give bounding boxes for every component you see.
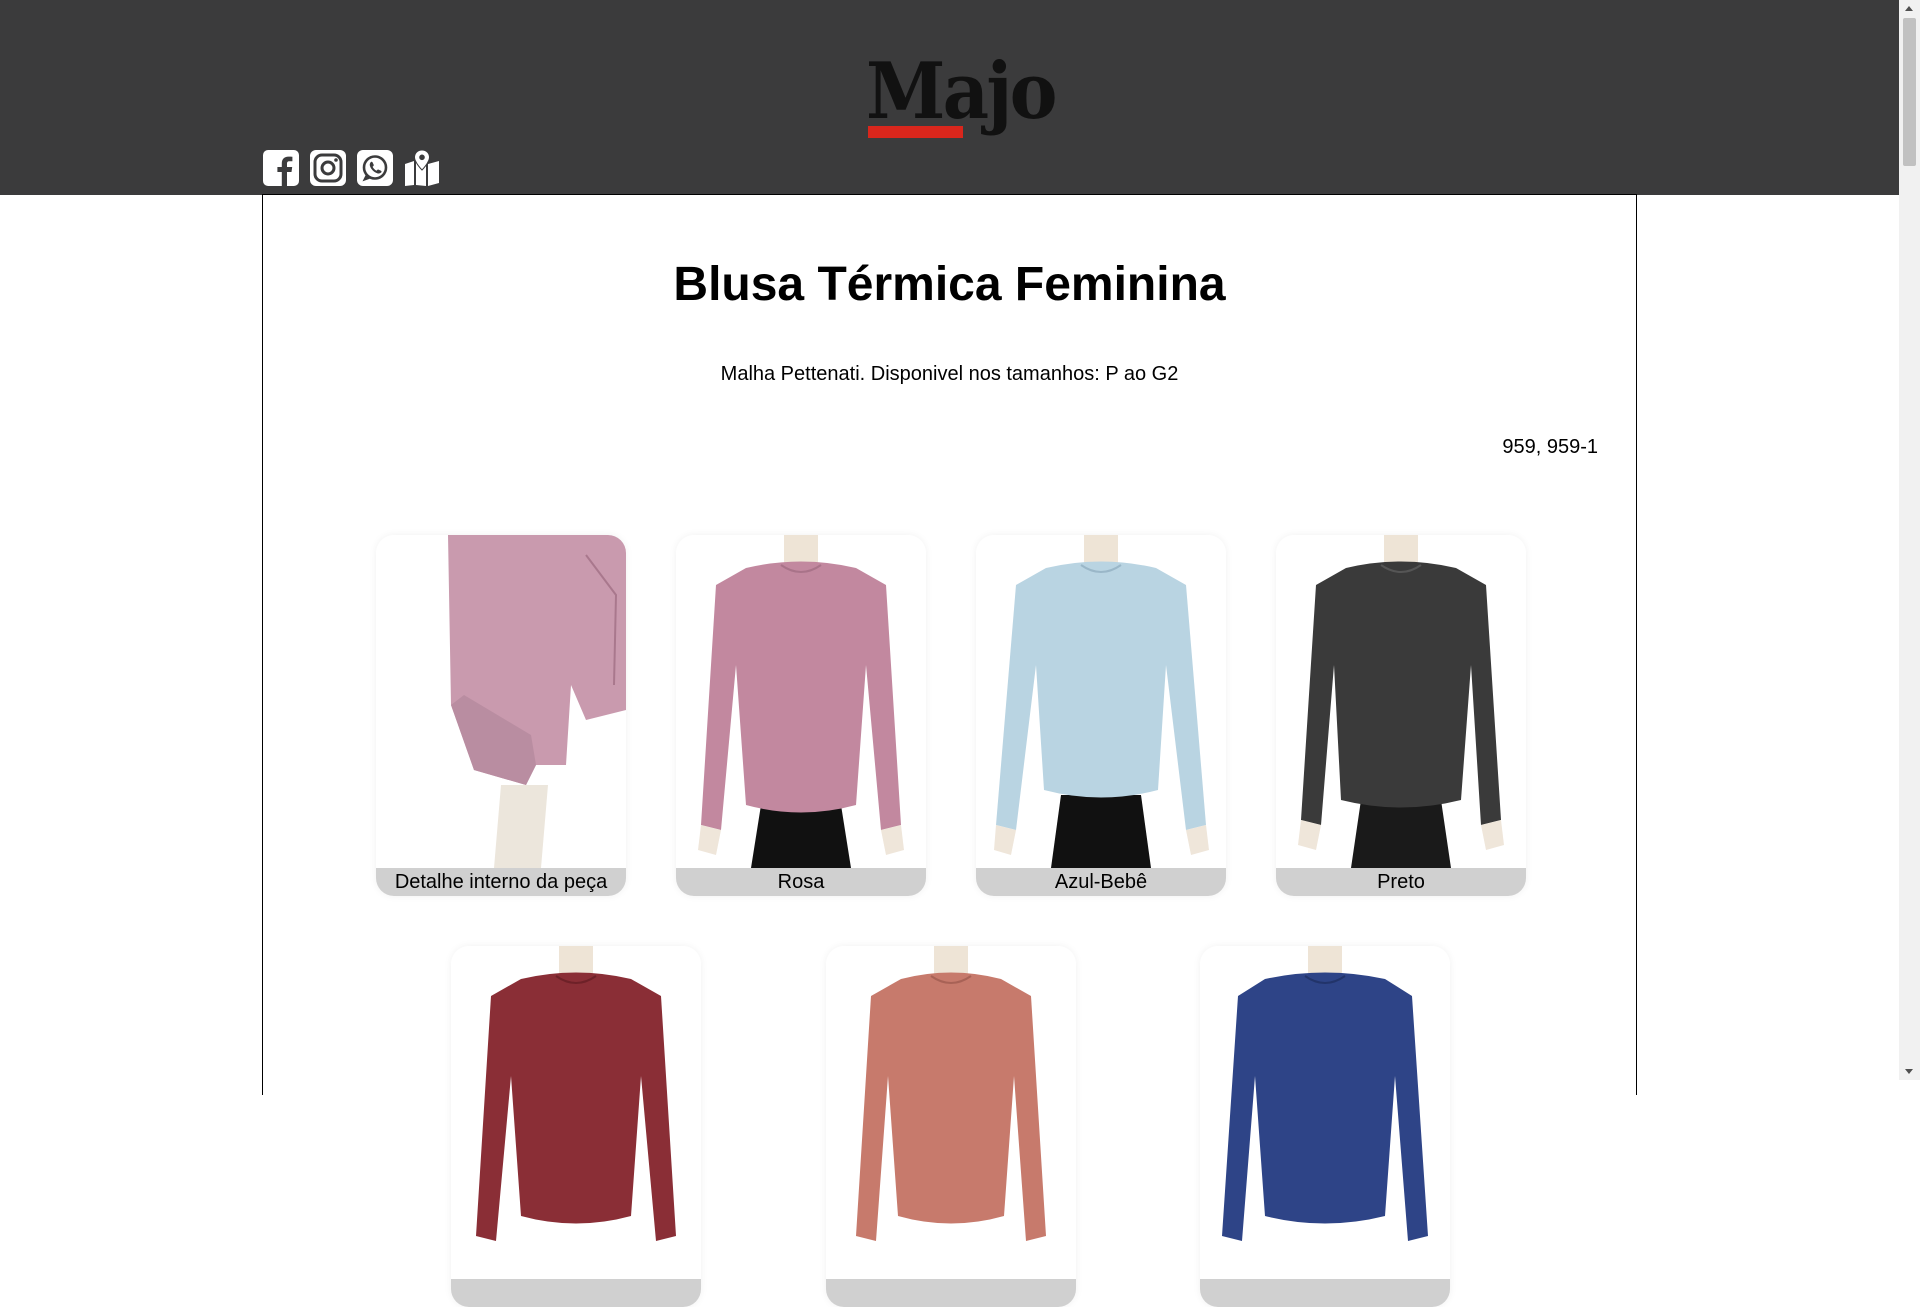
scroll-down-arrow-icon[interactable] <box>1905 1069 1913 1074</box>
brand-logo[interactable]: Majo <box>866 44 1057 144</box>
variant-label: Azul-Bebê <box>976 868 1226 896</box>
product-photo <box>676 535 926 868</box>
product-panel: Blusa Térmica Feminina Malha Pettenati. … <box>262 194 1637 1307</box>
product-photo <box>451 946 701 1279</box>
vertical-scrollbar[interactable] <box>1899 0 1920 1080</box>
social-links <box>263 150 440 190</box>
product-title: Blusa Térmica Feminina <box>673 258 1226 311</box>
facebook-icon[interactable] <box>263 150 299 186</box>
product-description: Malha Pettenati. Disponivel nos tamanhos… <box>720 363 1179 385</box>
variant-label <box>451 1279 701 1307</box>
product-photo <box>976 535 1226 868</box>
product-photo <box>1276 535 1526 868</box>
scrollbar-thumb[interactable] <box>1903 18 1916 166</box>
variant-card[interactable]: Detalhe interno da peça <box>376 535 626 896</box>
variant-card[interactable] <box>451 946 701 1307</box>
variant-card[interactable] <box>826 946 1076 1307</box>
instagram-icon[interactable] <box>310 150 346 186</box>
logo-underline <box>868 126 963 138</box>
variant-label: Rosa <box>676 868 926 896</box>
variant-card[interactable]: Preto <box>1276 535 1526 896</box>
site-header: Majo <box>0 0 1899 195</box>
map-icon[interactable] <box>404 150 440 186</box>
variant-label: Detalhe interno da peça <box>376 868 626 896</box>
variant-label: Preto <box>1276 868 1526 896</box>
variant-card[interactable]: Rosa <box>676 535 926 896</box>
whatsapp-icon[interactable] <box>357 150 393 186</box>
product-photo <box>376 535 626 868</box>
product-photo <box>826 946 1076 1279</box>
variant-label <box>826 1279 1076 1307</box>
variant-label <box>1200 1279 1450 1307</box>
variant-card[interactable]: Azul-Bebê <box>976 535 1226 896</box>
scroll-up-arrow-icon[interactable] <box>1905 6 1913 11</box>
product-photo <box>1200 946 1450 1279</box>
product-codes: 959, 959-1 <box>1502 436 1598 458</box>
variant-card[interactable] <box>1200 946 1450 1307</box>
